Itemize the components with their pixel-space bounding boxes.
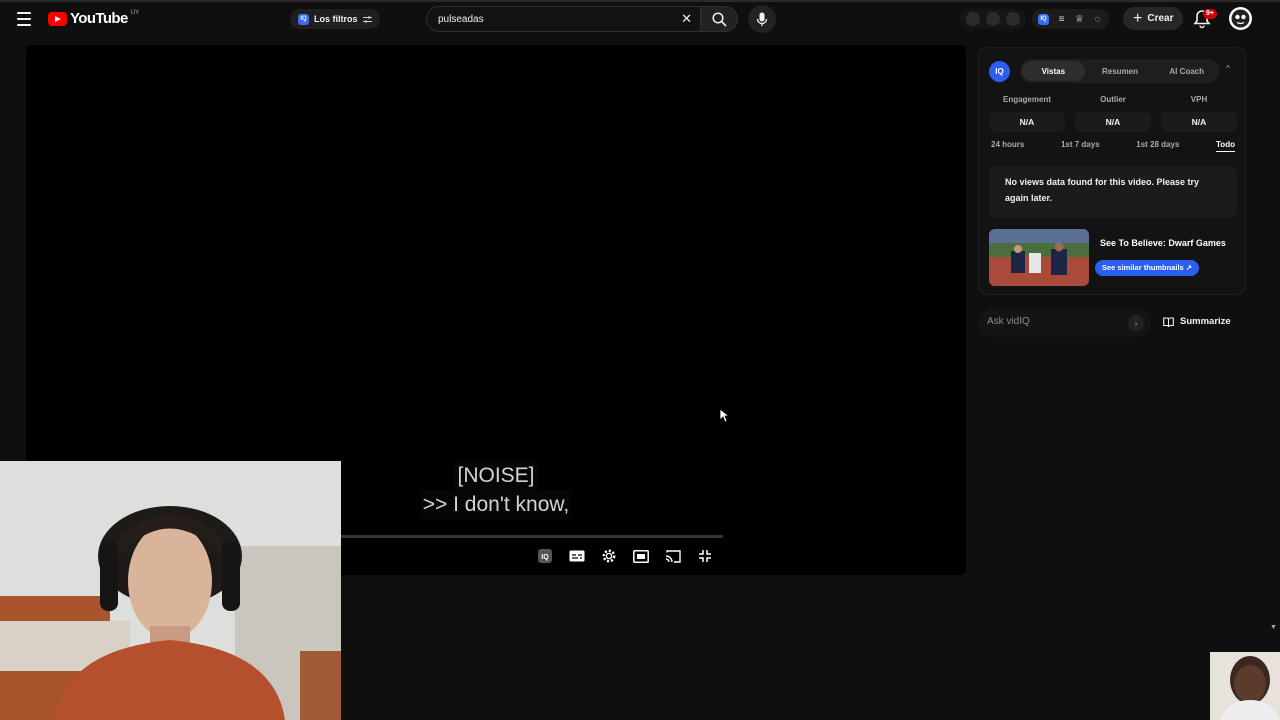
vidiq-icon: IQ: [298, 13, 309, 25]
no-data-message: No views data found for this video. Plea…: [989, 166, 1237, 218]
scroll-down-icon[interactable]: ▼: [1270, 624, 1277, 631]
country-code: UY: [130, 9, 140, 16]
caption-line: >> I don't know,: [420, 490, 572, 519]
mouse-cursor-icon: [719, 408, 729, 423]
search-box: ✕: [426, 6, 700, 32]
vidiq-player-button[interactable]: IQ: [536, 547, 554, 565]
voice-search-button[interactable]: [748, 5, 776, 33]
metric-value: N/A: [1075, 112, 1151, 132]
progress-bar[interactable]: [340, 535, 723, 538]
vidiq-logo: IQ: [989, 61, 1010, 82]
microphone-icon: [756, 12, 768, 26]
chat-icon[interactable]: ◌: [1092, 14, 1103, 25]
search-input[interactable]: [438, 13, 668, 25]
create-button[interactable]: + Crear: [1123, 7, 1184, 30]
metric-vph: VPH N/A: [1161, 94, 1237, 132]
miniplayer-icon: [633, 549, 649, 563]
send-arrow-icon[interactable]: ›: [1128, 315, 1144, 331]
range-first-7-days[interactable]: 1st 7 days: [1061, 140, 1100, 152]
metric-label: Outlier: [1100, 95, 1126, 104]
extension-dots: [960, 9, 1026, 29]
ask-vidiq-input[interactable]: [987, 316, 1127, 327]
masthead: YouTube UY IQ Los filtros ✕ IQ ≡ ♕ ◌ + C…: [0, 0, 1280, 38]
reaction-person-image: [1210, 652, 1280, 720]
search-button[interactable]: [700, 6, 738, 32]
vidiq-icon: IQ: [538, 549, 552, 563]
svg-text:IQ: IQ: [541, 554, 549, 561]
video-title: See To Believe: Dwarf Games: [1100, 238, 1226, 248]
search-icon: [711, 11, 727, 27]
sliders-icon: [362, 15, 372, 23]
time-range-selector: 24 hours 1st 7 days 1st 28 days Todo: [991, 140, 1235, 152]
extension-dot-button[interactable]: [966, 12, 980, 26]
exit-fullscreen-icon: [699, 550, 711, 562]
metric-outlier: Outlier N/A: [1075, 94, 1151, 132]
video-thumbnail[interactable]: [989, 229, 1089, 286]
ask-vidiq-bar: ›: [978, 309, 1151, 337]
summarize-label: Summarize: [1180, 316, 1231, 327]
metric-label: VPH: [1190, 95, 1208, 104]
summarize-button[interactable]: Summarize: [1163, 316, 1231, 327]
collapse-chevron-icon[interactable]: ^: [1222, 64, 1234, 76]
metric-engagement: Engagement N/A: [989, 94, 1065, 132]
player-controls: IQ: [536, 547, 714, 565]
extension-dot-button[interactable]: [1006, 12, 1020, 26]
range-todo[interactable]: Todo: [1216, 140, 1235, 152]
tab-vistas[interactable]: Vistas: [1022, 61, 1085, 81]
youtube-play-icon: [48, 11, 67, 26]
vidiq-icon[interactable]: IQ: [1038, 13, 1049, 25]
vidiq-toolbar: IQ ≡ ♕ ◌: [1032, 9, 1109, 29]
youtube-logo[interactable]: YouTube UY: [48, 10, 139, 27]
cast-button[interactable]: [664, 547, 682, 565]
subtitles-icon: [569, 550, 585, 562]
similar-thumbnails-label: See similar thumbnails: [1102, 263, 1184, 272]
reaction-webcam-overlay: [1210, 652, 1280, 720]
captions-window: [NOISE] >> I don't know,: [416, 461, 576, 519]
vidiq-panel: IQ Vistas Resumen AI Coach ^ Engagement …: [978, 47, 1246, 295]
avatar-icon: [1231, 9, 1250, 28]
subtitles-button[interactable]: [568, 547, 586, 565]
tab-resumen[interactable]: Resumen: [1089, 61, 1152, 81]
filters-button[interactable]: IQ Los filtros: [290, 9, 380, 29]
tab-ai-coach[interactable]: AI Coach: [1155, 61, 1218, 81]
metric-value: N/A: [1161, 112, 1237, 132]
settings-button[interactable]: [600, 547, 618, 565]
clear-search-icon[interactable]: ✕: [681, 12, 692, 26]
miniplayer-button[interactable]: [632, 547, 650, 565]
caption-line: [NOISE]: [455, 461, 537, 490]
loading-bar: [0, 0, 1280, 2]
webcam-person-image: [0, 461, 341, 720]
list-icon[interactable]: ≡: [1056, 14, 1067, 25]
guide-menu-button[interactable]: [12, 7, 36, 31]
notification-badge: 9+: [1203, 9, 1217, 19]
book-icon: [1163, 316, 1174, 327]
webcam-overlay: [0, 461, 341, 720]
gear-icon: [602, 549, 616, 563]
see-similar-thumbnails-button[interactable]: See similar thumbnails ↗: [1095, 260, 1200, 276]
external-arrow-icon: ↗: [1185, 263, 1193, 272]
range-first-28-days[interactable]: 1st 28 days: [1136, 140, 1179, 152]
account-avatar[interactable]: [1229, 7, 1252, 30]
trophy-icon[interactable]: ♕: [1074, 14, 1085, 25]
metric-label: Engagement: [1002, 95, 1051, 104]
logo-text: YouTube: [70, 10, 128, 27]
create-label: Crear: [1147, 13, 1174, 24]
range-24-hours[interactable]: 24 hours: [991, 140, 1024, 152]
plus-icon: +: [1133, 9, 1143, 27]
fullscreen-button[interactable]: [696, 547, 714, 565]
metric-value: N/A: [989, 112, 1065, 132]
filters-label: Los filtros: [314, 14, 358, 24]
cast-icon: [665, 549, 681, 563]
thumbnail-image: [989, 229, 1089, 286]
vidiq-tabs: Vistas Resumen AI Coach: [1020, 59, 1220, 83]
extension-dot-button[interactable]: [986, 12, 1000, 26]
